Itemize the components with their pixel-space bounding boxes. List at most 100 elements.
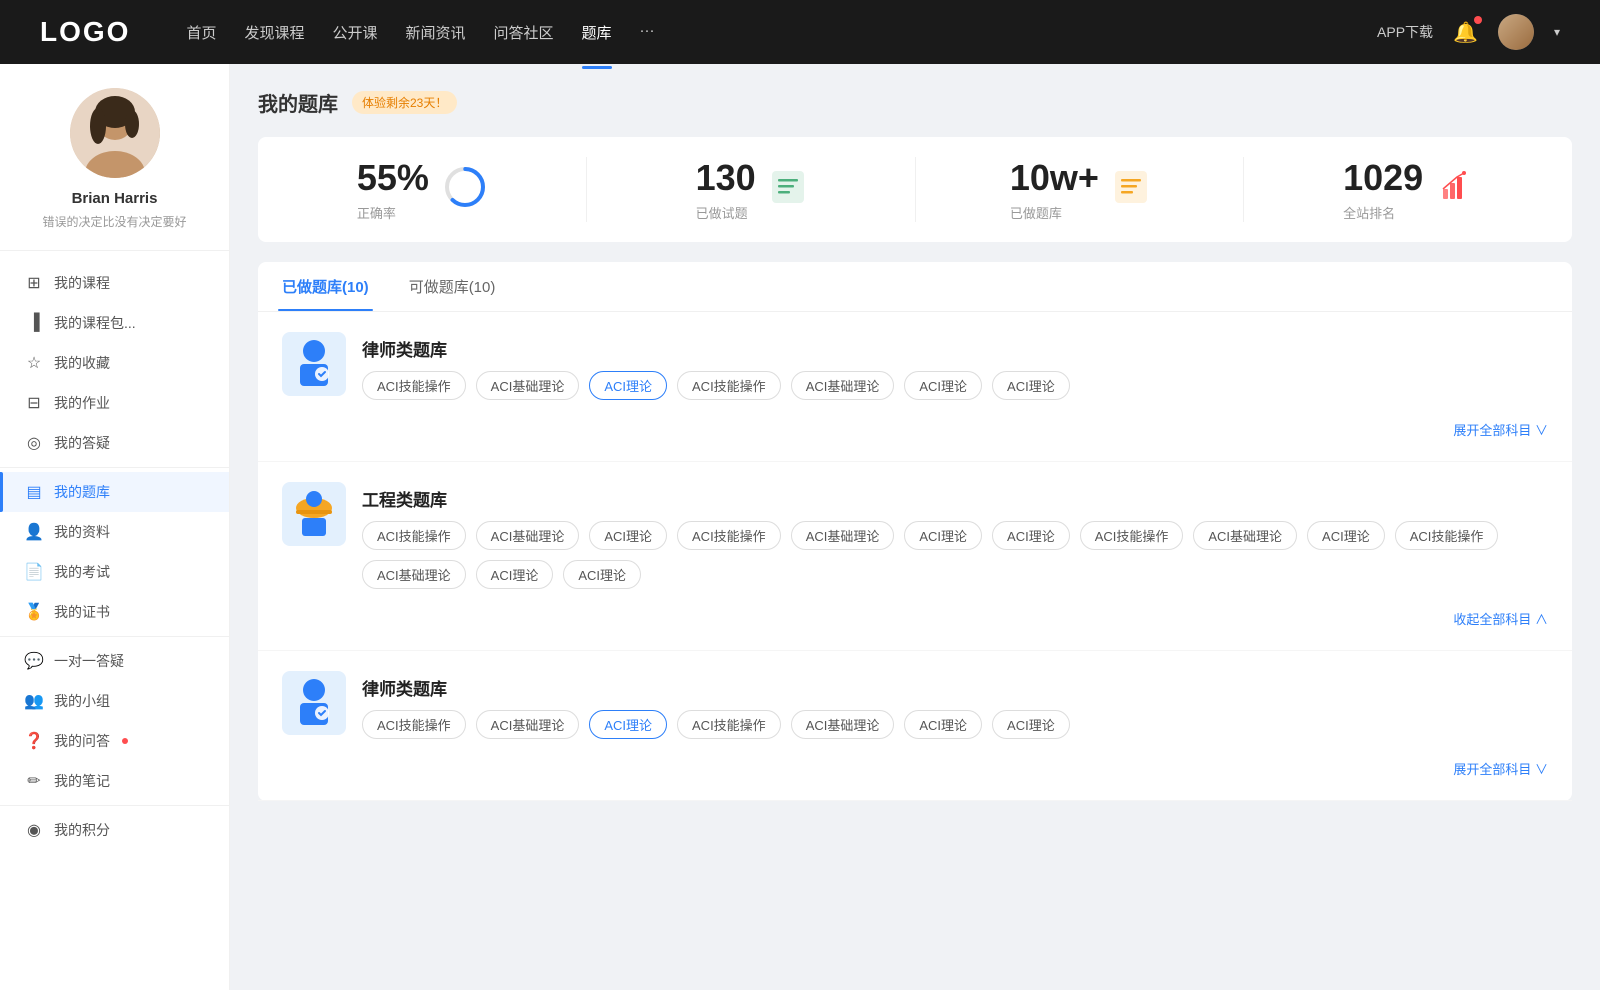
qbank-tag-active[interactable]: ACI理论 <box>589 710 667 739</box>
tab-todo[interactable]: 可做题库(10) <box>405 262 500 311</box>
qbank-tag[interactable]: ACI基础理论 <box>476 521 580 550</box>
qbank-tag[interactable]: ACI基础理论 <box>791 710 895 739</box>
sidebar-item-one-on-one[interactable]: 💬 一对一答疑 <box>0 641 229 681</box>
stat-value: 10w+ <box>1010 157 1099 199</box>
stat-value: 1029 <box>1343 157 1423 199</box>
avatar <box>70 88 160 178</box>
nav-discover[interactable]: 发现课程 <box>244 18 304 47</box>
stat-text: 130 已做试题 <box>696 157 756 222</box>
qbank-tag[interactable]: ACI基础理论 <box>476 371 580 400</box>
nav-more[interactable]: ··· <box>640 18 655 47</box>
sidebar-item-my-courses[interactable]: ⊞ 我的课程 <box>0 263 229 303</box>
course-icon: ⊞ <box>24 273 44 293</box>
user-avatar-nav[interactable] <box>1498 14 1534 50</box>
qbank-tags: ACI技能操作 ACI基础理论 ACI理论 ACI技能操作 ACI基础理论 AC… <box>362 371 1070 400</box>
qbank-tag[interactable]: ACI理论 <box>904 521 982 550</box>
qbank-tag[interactable]: ACI技能操作 <box>362 710 466 739</box>
nav-dropdown-arrow[interactable]: ▾ <box>1554 25 1560 39</box>
qbank-tag[interactable]: ACI理论 <box>992 710 1070 739</box>
sidebar-item-my-profile[interactable]: 👤 我的资料 <box>0 512 229 552</box>
sidebar-item-label: 我的问答 <box>54 731 110 751</box>
qbank-card-header: 律师类题库 ACI技能操作 ACI基础理论 ACI理论 ACI技能操作 ACI基… <box>282 332 1548 400</box>
nav-qbank[interactable]: 题库 <box>582 18 612 47</box>
qbank-tag[interactable]: ACI理论 <box>904 710 982 739</box>
bell-icon[interactable]: 🔔 <box>1453 20 1478 45</box>
qbank-card-lawyer2: 律师类题库 ACI技能操作 ACI基础理论 ACI理论 ACI技能操作 ACI基… <box>258 651 1572 801</box>
qbank-tag[interactable]: ACI基础理论 <box>791 521 895 550</box>
notification-dot <box>122 738 128 744</box>
qbank-tag[interactable]: ACI技能操作 <box>677 371 781 400</box>
qbank-tag[interactable]: ACI理论 <box>589 521 667 550</box>
sidebar-item-my-notes[interactable]: ✏ 我的笔记 <box>0 761 229 801</box>
stat-label: 全站排名 <box>1343 203 1423 222</box>
profile-name: Brian Harris <box>72 190 158 207</box>
app-download-button[interactable]: APP下载 <box>1377 22 1433 42</box>
page-title: 我的题库 <box>258 88 338 117</box>
qbank-tag[interactable]: ACI技能操作 <box>362 521 466 550</box>
stat-value: 130 <box>696 157 756 199</box>
sidebar-item-my-homework[interactable]: ⊟ 我的作业 <box>0 383 229 423</box>
profile-section: Brian Harris 错误的决定比没有决定要好 <box>0 88 229 251</box>
sidebar-item-my-packages[interactable]: ▐ 我的课程包... <box>0 303 229 343</box>
qbank-tag[interactable]: ACI理论 <box>563 560 641 589</box>
qbank-tag[interactable]: ACI技能操作 <box>677 710 781 739</box>
qbank-tag[interactable]: ACI理论 <box>1307 521 1385 550</box>
sidebar-item-label: 我的小组 <box>54 691 110 711</box>
qbank-tag[interactable]: ACI基础理论 <box>476 710 580 739</box>
sidebar-item-my-certs[interactable]: 🏅 我的证书 <box>0 592 229 632</box>
stat-site-rank: 1029 全站排名 <box>1244 157 1572 222</box>
sidebar-item-my-favorites[interactable]: ☆ 我的收藏 <box>0 343 229 383</box>
qbank-title: 工程类题库 <box>362 482 1548 511</box>
qbank-card-header: 工程类题库 ACI技能操作 ACI基础理论 ACI理论 ACI技能操作 ACI基… <box>282 482 1548 589</box>
sidebar-item-label: 我的题库 <box>54 482 110 502</box>
nav-home[interactable]: 首页 <box>186 18 216 47</box>
qbank-tag[interactable]: ACI技能操作 <box>1080 521 1184 550</box>
divider-1 <box>0 467 229 468</box>
qbank-tag[interactable]: ACI理论 <box>992 521 1070 550</box>
tab-done[interactable]: 已做题库(10) <box>278 262 373 311</box>
stat-accuracy: 55% 正确率 <box>258 157 587 222</box>
qbank-tag[interactable]: ACI基础理论 <box>362 560 466 589</box>
sidebar-item-label: 我的考试 <box>54 562 110 582</box>
sidebar-item-label: 我的资料 <box>54 522 110 542</box>
package-icon: ▐ <box>24 314 44 332</box>
nav-links: 首页 发现课程 公开课 新闻资讯 问答社区 题库 ··· <box>186 18 1341 47</box>
qbank-card-lawyer1: 律师类题库 ACI技能操作 ACI基础理论 ACI理论 ACI技能操作 ACI基… <box>258 312 1572 462</box>
main-content: 我的题库 体验剩余23天！ 55% 正确率 <box>230 64 1600 990</box>
sidebar-item-label: 我的课程 <box>54 273 110 293</box>
question-icon: ◎ <box>24 433 44 453</box>
qbank-tag-active[interactable]: ACI理论 <box>589 371 667 400</box>
sidebar-item-my-exams[interactable]: 📄 我的考试 <box>0 552 229 592</box>
exam-icon: 📄 <box>24 562 44 582</box>
sidebar-item-my-qbank[interactable]: ▤ 我的题库 <box>0 472 229 512</box>
nav-open-course[interactable]: 公开课 <box>332 18 377 47</box>
qbank-tag[interactable]: ACI技能操作 <box>1395 521 1499 550</box>
sidebar-item-label: 我的积分 <box>54 820 110 840</box>
sidebar-item-my-answers[interactable]: ❓ 我的问答 <box>0 721 229 761</box>
sidebar-item-my-points[interactable]: ◉ 我的积分 <box>0 810 229 850</box>
qbank-tag[interactable]: ACI技能操作 <box>362 371 466 400</box>
nav-news[interactable]: 新闻资讯 <box>406 18 466 47</box>
qbank-tag[interactable]: ACI基础理论 <box>1193 521 1297 550</box>
list-green-icon <box>770 169 806 210</box>
qbank-tag[interactable]: ACI理论 <box>992 371 1070 400</box>
stat-label: 已做题库 <box>1010 203 1099 222</box>
qbank-tag[interactable]: ACI基础理论 <box>791 371 895 400</box>
sidebar-item-my-questions[interactable]: ◎ 我的答疑 <box>0 423 229 463</box>
navbar-right: APP下载 🔔 ▾ <box>1377 14 1560 50</box>
avatar-image <box>1498 14 1534 50</box>
page-header: 我的题库 体验剩余23天！ <box>258 88 1572 117</box>
stat-text: 1029 全站排名 <box>1343 157 1423 222</box>
homework-icon: ⊟ <box>24 393 44 413</box>
expand-link[interactable]: 展开全部科目 ∨ <box>282 414 1548 441</box>
divider-2 <box>0 636 229 637</box>
qbank-tag[interactable]: ACI理论 <box>476 560 554 589</box>
sidebar-item-label: 我的证书 <box>54 602 110 622</box>
logo: LOGO <box>40 16 130 48</box>
sidebar-item-my-groups[interactable]: 👥 我的小组 <box>0 681 229 721</box>
qbank-tag[interactable]: ACI技能操作 <box>677 521 781 550</box>
qbank-tag[interactable]: ACI理论 <box>904 371 982 400</box>
collapse-link[interactable]: 收起全部科目 ∧ <box>282 603 1548 630</box>
expand-link-2[interactable]: 展开全部科目 ∨ <box>282 753 1548 780</box>
nav-qa[interactable]: 问答社区 <box>494 18 554 47</box>
